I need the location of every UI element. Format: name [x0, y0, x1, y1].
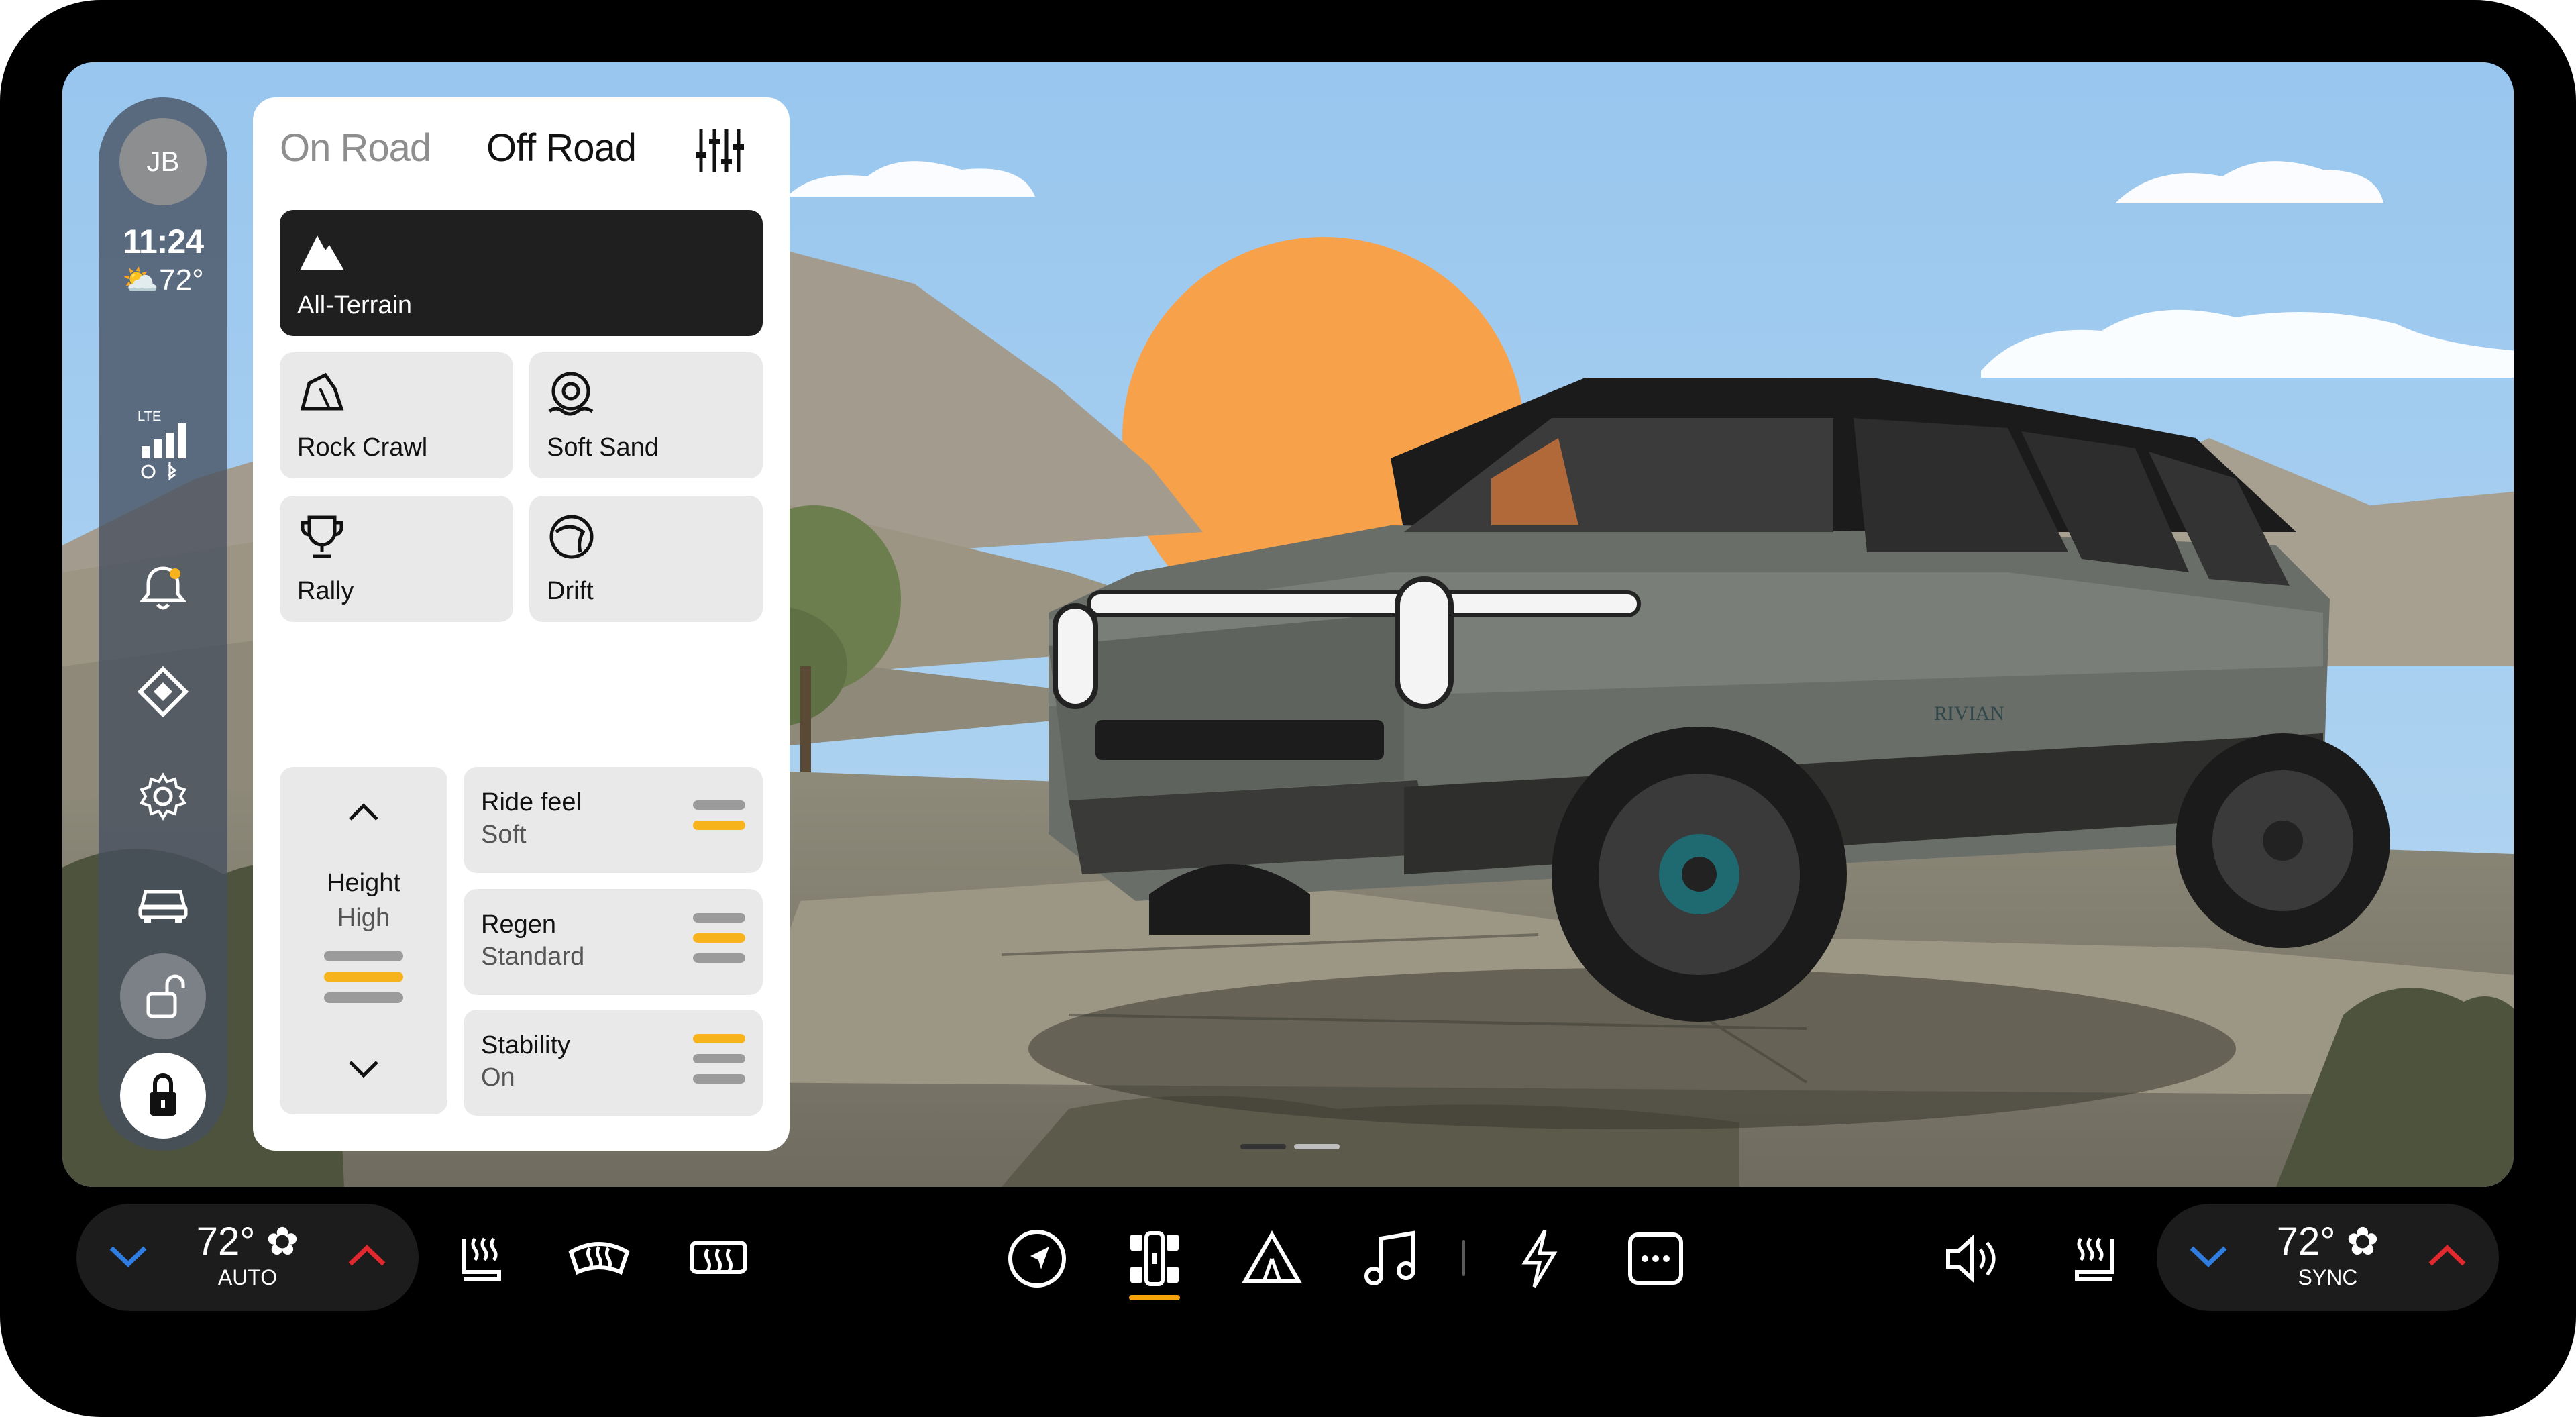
setting-label: Ride feel [481, 788, 582, 817]
weather-temp: 72° [159, 264, 204, 297]
tab-on-road[interactable]: On Road [280, 125, 431, 170]
navigation-icon[interactable] [1004, 1225, 1071, 1292]
tab-off-road[interactable]: Off Road [486, 125, 637, 170]
passenger-climate-control: 72° ✿ SYNC [2157, 1204, 2499, 1311]
avatar[interactable]: JB [119, 118, 207, 205]
lock-button[interactable] [120, 1053, 206, 1139]
padlock-icon [150, 1073, 176, 1116]
setting-value: Soft [481, 821, 527, 849]
signal-strength-icon: LTE [138, 409, 186, 480]
trophy-icon [301, 515, 343, 558]
stability-setting[interactable]: Stability On [464, 1010, 763, 1116]
setting-value: Standard [481, 943, 585, 971]
height-control: Height High [280, 767, 447, 1114]
mode-label: Rock Crawl [297, 433, 428, 462]
setting-label: Stability [481, 1031, 571, 1059]
mode-all-terrain[interactable]: All-Terrain [280, 210, 763, 336]
page-indicator-active[interactable] [1240, 1144, 1286, 1149]
driver-climate-control: 72° ✿ AUTO [76, 1204, 419, 1311]
temp-up-chevron-icon[interactable] [343, 1239, 390, 1272]
mode-drift[interactable]: Drift [529, 496, 763, 622]
temp-up-chevron-icon[interactable] [2424, 1239, 2471, 1272]
mode-label: Rally [297, 577, 354, 605]
fan-icon: ✿ [266, 1220, 299, 1263]
setting-level-indicator [693, 913, 745, 974]
more-icon[interactable] [1622, 1225, 1689, 1292]
height-up-chevron-icon[interactable] [343, 799, 384, 826]
active-tab-indicator [1129, 1295, 1180, 1300]
sand-icon [548, 372, 594, 416]
heated-seat-icon[interactable] [448, 1225, 515, 1292]
mode-label: Soft Sand [547, 433, 659, 462]
svg-text:RIVIAN: RIVIAN [1934, 702, 2004, 725]
settings-gear-icon[interactable] [136, 770, 190, 823]
dock-separator [1462, 1240, 1465, 1276]
mode-rally[interactable]: Rally [280, 496, 513, 622]
weather: ⛅72° [99, 262, 227, 297]
unlocked-padlock-icon [146, 974, 185, 1018]
fan-icon: ✿ [2346, 1220, 2379, 1263]
rear-defrost-icon[interactable] [685, 1225, 752, 1292]
mountain-icon [300, 235, 344, 270]
network-label: LTE [138, 409, 161, 424]
mode-rock-crawl[interactable]: Rock Crawl [280, 352, 513, 478]
unlock-button[interactable] [120, 953, 206, 1039]
drift-icon [549, 515, 594, 559]
height-down-chevron-icon[interactable] [343, 1055, 384, 1082]
mode-label: Drift [547, 577, 594, 605]
ride-feel-setting[interactable]: Ride feel Soft [464, 767, 763, 873]
rivian-logo-icon[interactable] [136, 665, 190, 719]
rock-icon [300, 372, 344, 411]
drive-mode-panel: On Road Off Road All-Terrain Rock Crawl … [253, 97, 790, 1151]
page-indicator[interactable] [1294, 1144, 1340, 1149]
display-bezel: RIVIAN JB 11:24 ⛅72° LTE On Road Off Roa… [0, 0, 2576, 1417]
height-label: Height [327, 869, 400, 897]
weather-icon: ⛅ [122, 264, 160, 297]
height-value: High [337, 904, 390, 932]
notification-bell-icon[interactable] [136, 560, 190, 614]
mode-label: All-Terrain [297, 291, 413, 319]
camp-icon[interactable] [1238, 1225, 1305, 1292]
music-icon[interactable] [1356, 1225, 1424, 1292]
volume-icon[interactable] [1939, 1225, 2006, 1292]
tuning-sliders-icon[interactable] [694, 125, 745, 176]
front-defrost-icon[interactable] [566, 1225, 633, 1292]
setting-level-indicator [693, 800, 745, 841]
height-level-indicator [324, 951, 403, 1013]
clock: 11:24 [122, 223, 204, 260]
setting-value: On [481, 1063, 515, 1092]
regen-setting[interactable]: Regen Standard [464, 889, 763, 995]
setting-level-indicator [693, 1034, 745, 1094]
left-rail: JB 11:24 ⛅72° LTE [99, 97, 227, 1151]
vehicle-status-icon[interactable] [136, 874, 190, 928]
vehicle-icon[interactable] [1121, 1225, 1188, 1292]
setting-label: Regen [481, 910, 556, 939]
main-screen: RIVIAN JB 11:24 ⛅72° LTE On Road Off Roa… [62, 62, 2514, 1187]
energy-icon[interactable] [1506, 1225, 1573, 1292]
mode-soft-sand[interactable]: Soft Sand [529, 352, 763, 478]
passenger-seat-heat-icon[interactable] [2061, 1225, 2128, 1292]
